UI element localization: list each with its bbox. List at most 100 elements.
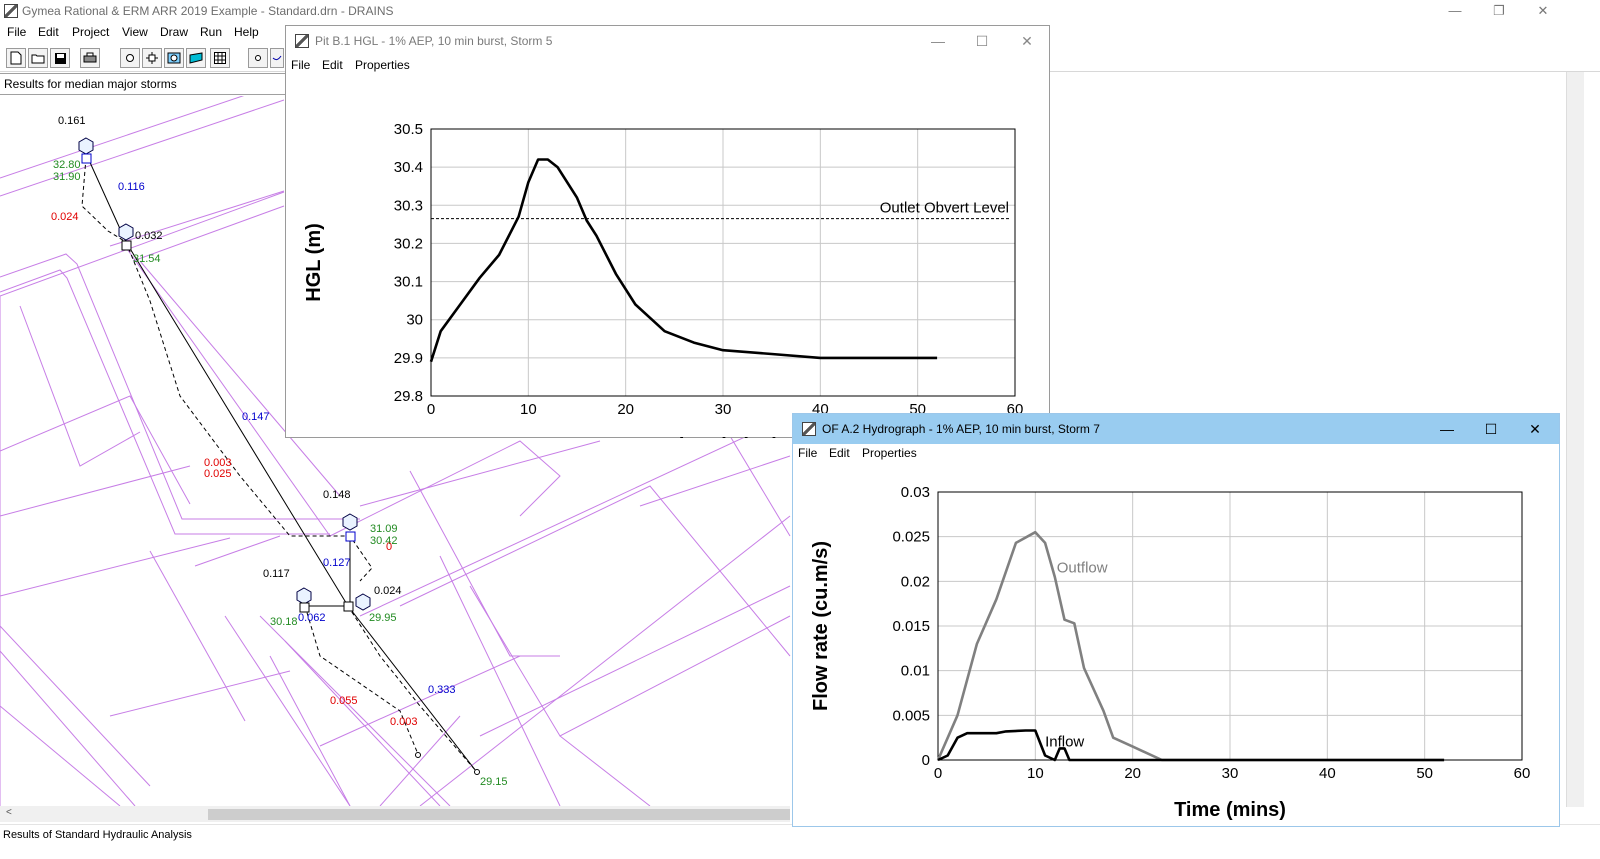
y-tick-label: 30 (406, 312, 423, 329)
x-axis-label: Time (mins) (667, 435, 779, 438)
menu-draw[interactable]: Draw (160, 25, 188, 39)
node-small-icon[interactable] (248, 48, 268, 68)
overflow-label: 0.055 (330, 695, 358, 707)
node-icon[interactable] (118, 223, 134, 241)
hydrograph-window-title: OF A.2 Hydrograph - 1% AEP, 10 min burst… (822, 422, 1100, 436)
level-label: 30.18 (270, 616, 298, 628)
overflow-label: 0 (386, 541, 392, 553)
pit-icon[interactable] (343, 601, 354, 612)
level-label: 29.95 (369, 612, 397, 624)
y-tick-label: 30.1 (394, 274, 423, 291)
restore-button[interactable]: ❐ (1477, 0, 1521, 22)
menu-file[interactable]: File (798, 446, 817, 460)
drains-app-icon (4, 4, 18, 18)
y-tick-label: 29.8 (394, 388, 423, 405)
y-tick-label: 0.01 (901, 663, 930, 680)
close-button[interactable]: ✕ (1012, 30, 1042, 52)
storage-icon[interactable] (164, 48, 184, 68)
drains-app-icon (295, 34, 309, 48)
hydrograph-window[interactable]: OF A.2 Hydrograph - 1% AEP, 10 min burst… (792, 413, 1560, 827)
close-button[interactable]: ✕ (1520, 418, 1550, 440)
maximize-button[interactable]: ☐ (1476, 418, 1506, 440)
y-tick-label: 0 (922, 752, 930, 769)
pit-icon[interactable] (121, 240, 132, 251)
link-icon[interactable] (270, 48, 284, 68)
x-tick-label: 0 (934, 765, 942, 782)
menu-edit[interactable]: Edit (829, 446, 850, 460)
y-tick-label: 30.5 (394, 121, 423, 138)
open-folder-icon[interactable] (28, 48, 48, 68)
menu-file[interactable]: File (7, 25, 26, 39)
menu-file[interactable]: File (291, 58, 310, 72)
status-bar: Results of Standard Hydraulic Analysis (0, 824, 1600, 859)
menu-properties[interactable]: Properties (862, 446, 917, 460)
hgl-window-title-bar[interactable]: Pit B.1 HGL - 1% AEP, 10 min burst, Stor… (286, 26, 1049, 56)
flow-label: 0.148 (323, 489, 351, 501)
minimize-button[interactable]: — (1432, 418, 1462, 440)
results-header: Results for median major storms (0, 73, 286, 95)
horizontal-scrollbar[interactable]: < (0, 806, 790, 822)
save-icon[interactable] (50, 48, 70, 68)
overflow-label: 0.003 (390, 716, 418, 728)
node-icon[interactable] (342, 513, 358, 531)
overflow-label: 0.024 (51, 211, 79, 223)
y-tick-label: 0.015 (892, 618, 930, 635)
flow-label: 0.117 (263, 568, 290, 580)
grid-icon[interactable] (210, 48, 230, 68)
x-tick-label: 20 (1124, 765, 1141, 782)
node-icon[interactable] (296, 587, 312, 605)
pit-icon[interactable] (299, 602, 310, 613)
menu-edit[interactable]: Edit (38, 25, 59, 39)
y-tick-label: 30.4 (394, 159, 423, 176)
hgl-chart: 0 10 20 30 40 50 6029.829.93030.130.230.330.43… (303, 121, 1023, 438)
outlet-node-icon[interactable] (474, 769, 480, 775)
node-icon[interactable] (120, 48, 140, 68)
horizontal-scroll-thumb[interactable] (208, 809, 790, 820)
menu-project[interactable]: Project (72, 25, 109, 39)
x-tick-label: 60 (1514, 765, 1531, 782)
level-label: 30.42 (370, 535, 398, 547)
menu-help[interactable]: Help (234, 25, 259, 39)
minimize-button[interactable]: — (1433, 0, 1477, 22)
y-tick-label: 30.3 (394, 197, 423, 214)
series-line-outflow (936, 530, 1445, 762)
overflow-label: 0.025 (204, 468, 232, 480)
menu-edit[interactable]: Edit (322, 58, 343, 72)
drains-app-icon (802, 422, 816, 436)
vertical-scrollbar[interactable] (1566, 72, 1584, 807)
x-tick-label: 30 (1222, 765, 1239, 782)
level-label: 31.90 (53, 171, 81, 183)
print-icon[interactable] (80, 48, 100, 68)
minimize-button[interactable]: — (923, 30, 953, 52)
y-tick-label: 0.025 (892, 529, 930, 546)
level-label: 31.54 (133, 253, 161, 265)
y-tick-label: 0.02 (901, 573, 930, 590)
maximize-button[interactable]: ☐ (967, 30, 997, 52)
close-button[interactable]: ✕ (1521, 0, 1565, 22)
pipe-flow-label: 0.147 (242, 411, 270, 423)
outlet-node-icon[interactable] (415, 752, 421, 758)
hydrograph-window-title-bar[interactable]: OF A.2 Hydrograph - 1% AEP, 10 min burst… (793, 414, 1559, 444)
hgl-window[interactable]: Pit B.1 HGL - 1% AEP, 10 min burst, Stor… (285, 25, 1050, 438)
menu-properties[interactable]: Properties (355, 58, 410, 72)
x-tick-label: 50 (1416, 765, 1433, 782)
new-file-icon[interactable] (6, 48, 26, 68)
y-tick-label: 0.005 (892, 707, 930, 724)
level-label: 29.15 (480, 776, 508, 788)
x-tick-label: 40 (1319, 765, 1336, 782)
pipe-flow-label: 0.062 (298, 612, 326, 624)
menu-run[interactable]: Run (200, 25, 222, 39)
pit-icon[interactable] (345, 531, 356, 542)
node-icon[interactable] (355, 593, 371, 611)
x-tick-label: 10 (520, 401, 537, 418)
pipe-flow-label: 0.116 (118, 181, 145, 193)
node-icon[interactable] (78, 137, 94, 155)
pit-icon[interactable] (142, 48, 162, 68)
menu-view[interactable]: View (122, 25, 148, 39)
flow-label: 0.161 (58, 115, 86, 127)
series-line-inflow (937, 729, 1445, 762)
x-tick-label: 10 (1027, 765, 1044, 782)
pit-icon[interactable] (81, 153, 92, 164)
scroll-left-icon[interactable]: < (6, 807, 12, 818)
channel-icon[interactable] (186, 48, 206, 68)
